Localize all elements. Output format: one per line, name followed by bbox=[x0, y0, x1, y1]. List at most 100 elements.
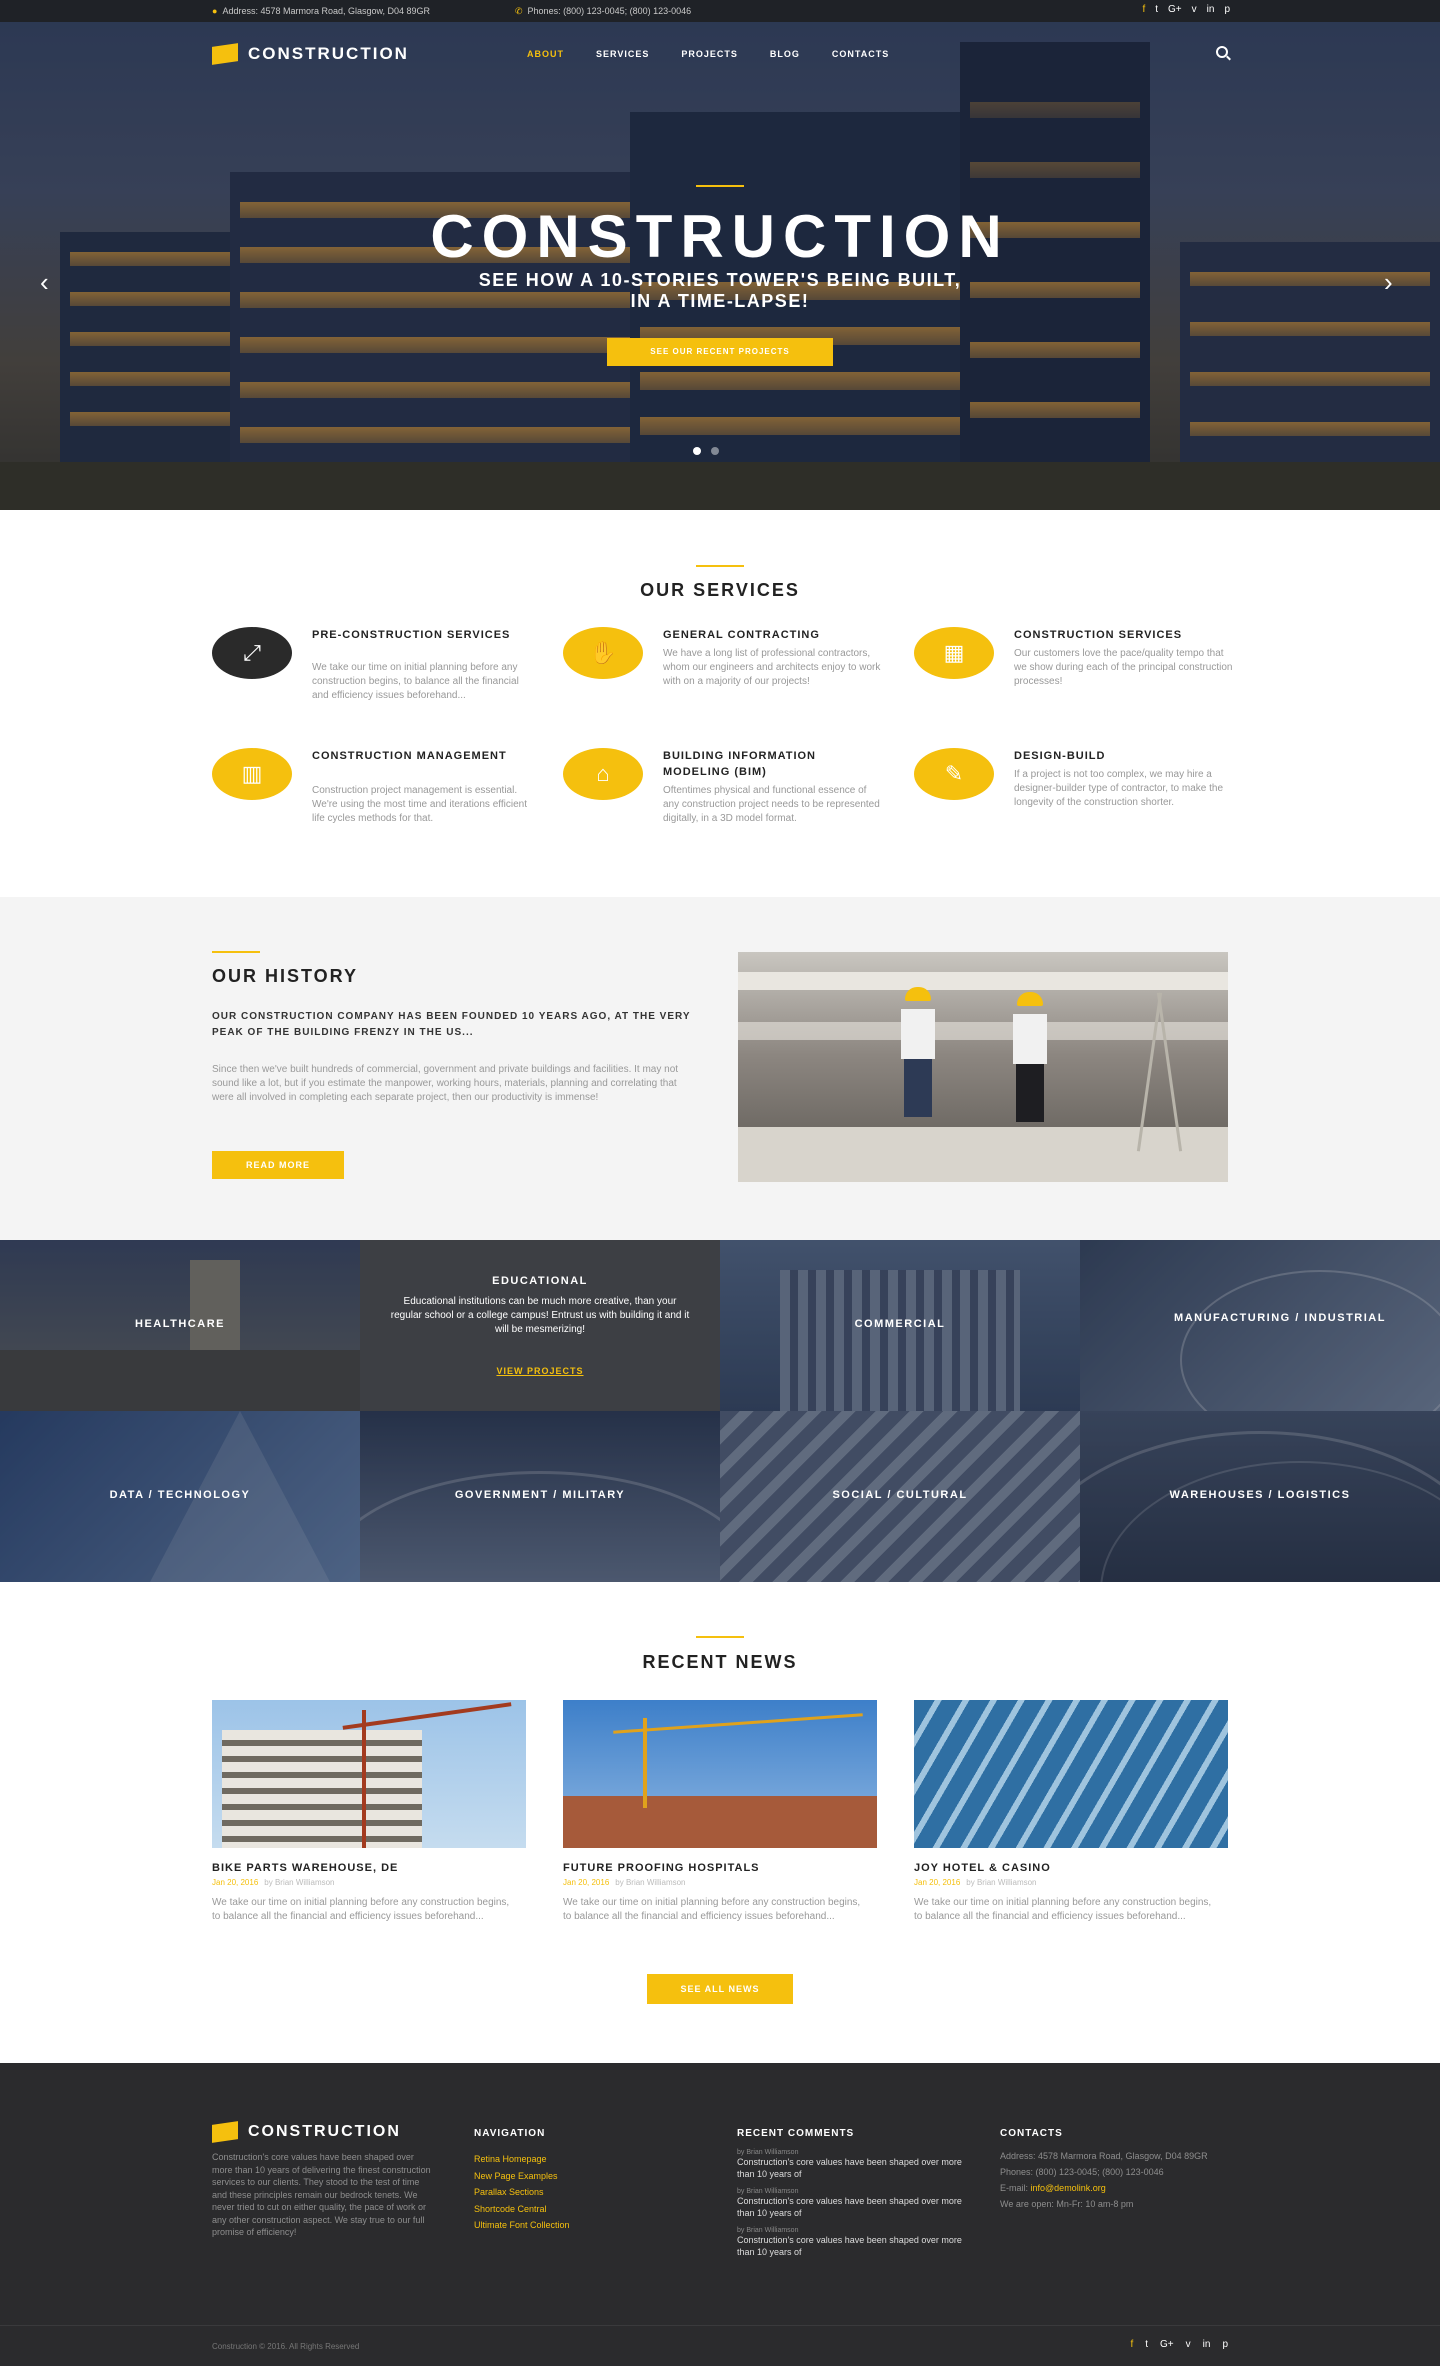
twitter-icon[interactable]: t bbox=[1155, 4, 1158, 15]
news-image[interactable] bbox=[563, 1700, 877, 1848]
linkedin-icon[interactable]: in bbox=[1207, 4, 1215, 15]
pinterest-icon[interactable]: p bbox=[1222, 2339, 1228, 2350]
home-icon: ⌂ bbox=[563, 748, 643, 800]
slider-dot[interactable] bbox=[693, 447, 701, 455]
history-title: OUR HISTORY bbox=[212, 966, 359, 986]
search-icon[interactable] bbox=[1216, 46, 1228, 58]
services-title: OUR SERVICES bbox=[640, 580, 800, 600]
news-card: JOY HOTEL & CASINO Jan 20, 2016 by Brian … bbox=[914, 1700, 1228, 1940]
facebook-icon[interactable]: f bbox=[1142, 4, 1145, 15]
footer-link[interactable]: Parallax Sections bbox=[474, 2184, 570, 2201]
nav-item-contacts[interactable]: CONTACTS bbox=[832, 49, 889, 59]
nav-item-about[interactable]: ABOUT bbox=[527, 49, 564, 59]
footer-link[interactable]: Ultimate Font Collection bbox=[474, 2217, 570, 2234]
google-plus-icon[interactable]: G+ bbox=[1160, 2339, 1174, 2350]
footer-contacts: Address: 4578 Marmora Road, Glasgow, D04… bbox=[1000, 2151, 1208, 2209]
recent-comments: by Brian Williamson Construction's core … bbox=[737, 2149, 977, 2266]
location-pin-icon: ● bbox=[212, 6, 218, 16]
category-tile-educational[interactable]: EDUCATIONAL Educational institutions can… bbox=[360, 1240, 720, 1411]
main-navigation: CONSTRUCTION ABOUT SERVICES PROJECTS BLO… bbox=[0, 22, 1440, 84]
top-info-bar: ● Address: 4578 Marmora Road, Glasgow, D0… bbox=[0, 0, 1440, 22]
slider-dot[interactable] bbox=[711, 447, 719, 455]
footer-link[interactable]: Retina Homepage bbox=[474, 2151, 570, 2168]
service-item: ⌂ BUILDING INFORMATION MODELING (BIM) Of… bbox=[563, 748, 883, 858]
category-tile-manufacturing[interactable]: MANUFACTURING / INDUSTRIAL bbox=[1080, 1240, 1440, 1411]
hero-accent-line bbox=[696, 185, 744, 187]
footer-comments-title: RECENT COMMENTS bbox=[737, 2128, 855, 2139]
site-logo[interactable]: CONSTRUCTION bbox=[212, 43, 409, 65]
section-accent-line bbox=[212, 951, 260, 953]
site-footer: CONSTRUCTION Construction's core values … bbox=[0, 2063, 1440, 2366]
news-image[interactable] bbox=[914, 1700, 1228, 1848]
handshake-icon: ✋ bbox=[563, 627, 643, 679]
footer-logo[interactable]: CONSTRUCTION bbox=[212, 2121, 401, 2143]
section-accent-line bbox=[696, 565, 744, 567]
category-tile-data-technology[interactable]: DATA / TECHNOLOGY bbox=[0, 1411, 360, 1582]
project-categories: HEALTHCARE EDUCATIONAL Educational insti… bbox=[0, 1240, 1440, 1582]
service-item: ▦ CONSTRUCTION SERVICES Our customers lo… bbox=[914, 627, 1234, 737]
history-lead: OUR CONSTRUCTION COMPANY HAS BEEN FOUNDE… bbox=[212, 1011, 691, 1038]
footer-nav-links: Retina Homepage New Page Examples Parall… bbox=[474, 2151, 570, 2234]
topbar-address: ● Address: 4578 Marmora Road, Glasgow, D0… bbox=[212, 6, 431, 16]
twitter-icon[interactable]: t bbox=[1145, 2339, 1148, 2350]
nav-menu: ABOUT SERVICES PROJECTS BLOG CONTACTS bbox=[527, 49, 889, 59]
book-icon: ▥ bbox=[212, 748, 292, 800]
comment-item[interactable]: Construction's core values have been sha… bbox=[737, 2156, 977, 2180]
email-link[interactable]: info@demolink.org bbox=[1031, 2183, 1106, 2193]
phone-icon: ✆ bbox=[515, 6, 523, 16]
nav-item-services[interactable]: SERVICES bbox=[596, 49, 649, 59]
hero-title: CONSTRUCTION bbox=[430, 203, 1010, 270]
google-plus-icon[interactable]: G+ bbox=[1168, 4, 1182, 15]
recent-projects-button[interactable]: SEE OUR RECENT PROJECTS bbox=[607, 338, 833, 366]
chevron-left-icon[interactable]: ‹ bbox=[40, 267, 49, 298]
brick-icon: ▦ bbox=[914, 627, 994, 679]
view-projects-link[interactable]: VIEW PROJECTS bbox=[360, 1366, 720, 1376]
news-image[interactable] bbox=[212, 1700, 526, 1848]
social-links-bottom: f t G+ v in p bbox=[1130, 2339, 1228, 2350]
linkedin-icon[interactable]: in bbox=[1203, 2339, 1211, 2350]
social-links-top: f t G+ v in p bbox=[1142, 4, 1230, 15]
topbar-phones: ✆ Phones: (800) 123-0045; (800) 123-0046 bbox=[515, 6, 692, 16]
copyright-text: Construction © 2016. All Rights Reserved bbox=[212, 2342, 360, 2351]
vimeo-icon[interactable]: v bbox=[1186, 2339, 1191, 2350]
cube-logo-icon bbox=[212, 2121, 238, 2143]
category-tile-government[interactable]: GOVERNMENT / MILITARY bbox=[360, 1411, 720, 1582]
footer-nav-title: NAVIGATION bbox=[474, 2128, 546, 2139]
service-item: ⤢ PRE-CONSTRUCTION SERVICES We take our … bbox=[212, 627, 532, 737]
chevron-right-icon[interactable]: › bbox=[1384, 267, 1393, 298]
news-card: FUTURE PROOFING HOSPITALS Jan 20, 2016 by… bbox=[563, 1700, 877, 1940]
section-accent-line bbox=[696, 1636, 744, 1638]
footer-link[interactable]: Shortcode Central bbox=[474, 2201, 570, 2218]
slider-dots bbox=[693, 447, 719, 455]
service-item: ✋ GENERAL CONTRACTING We have a long lis… bbox=[563, 627, 883, 737]
footer-about: Construction's core values have been sha… bbox=[212, 2152, 431, 2237]
history-body: Since then we've built hundreds of comme… bbox=[212, 1064, 679, 1103]
category-tile-healthcare[interactable]: HEALTHCARE bbox=[0, 1240, 360, 1411]
category-tile-commercial[interactable]: COMMERCIAL bbox=[720, 1240, 1080, 1411]
read-more-button[interactable]: READ MORE bbox=[212, 1151, 344, 1179]
footer-divider bbox=[0, 2325, 1440, 2326]
footer-contacts-title: CONTACTS bbox=[1000, 2128, 1063, 2139]
pinterest-icon[interactable]: p bbox=[1224, 4, 1230, 15]
nav-item-blog[interactable]: BLOG bbox=[770, 49, 800, 59]
cube-logo-icon bbox=[212, 43, 238, 65]
see-all-news-button[interactable]: SEE ALL NEWS bbox=[647, 1974, 793, 2004]
facebook-icon[interactable]: f bbox=[1130, 2339, 1133, 2350]
service-item: ▥ CONSTRUCTION MANAGEMENT Construction p… bbox=[212, 748, 532, 858]
comment-item[interactable]: Construction's core values have been sha… bbox=[737, 2234, 977, 2258]
nav-item-projects[interactable]: PROJECTS bbox=[681, 49, 738, 59]
history-section: OUR HISTORY OUR CONSTRUCTION COMPANY HAS… bbox=[0, 897, 1440, 1240]
category-tile-warehouses[interactable]: WAREHOUSES / LOGISTICS bbox=[1080, 1411, 1440, 1582]
hero-slider: CONSTRUCTION ABOUT SERVICES PROJECTS BLO… bbox=[0, 22, 1440, 510]
category-tile-social-cultural[interactable]: SOCIAL / CULTURAL bbox=[720, 1411, 1080, 1582]
hero-subtitle: SEE HOW A 10-STORIES TOWER'S BEING BUILT… bbox=[478, 270, 962, 311]
footer-link[interactable]: New Page Examples bbox=[474, 2168, 570, 2185]
comment-item[interactable]: Construction's core values have been sha… bbox=[737, 2195, 977, 2219]
chart-icon: ⤢ bbox=[212, 627, 292, 679]
news-title: RECENT NEWS bbox=[642, 1652, 798, 1672]
news-card: BIKE PARTS WAREHOUSE, DE Jan 20, 2016 by … bbox=[212, 1700, 526, 1940]
service-item: ✎ DESIGN-BUILD If a project is not too c… bbox=[914, 748, 1234, 858]
pencil-icon: ✎ bbox=[914, 748, 994, 800]
engineers-photo bbox=[738, 952, 1228, 1182]
vimeo-icon[interactable]: v bbox=[1192, 4, 1197, 15]
